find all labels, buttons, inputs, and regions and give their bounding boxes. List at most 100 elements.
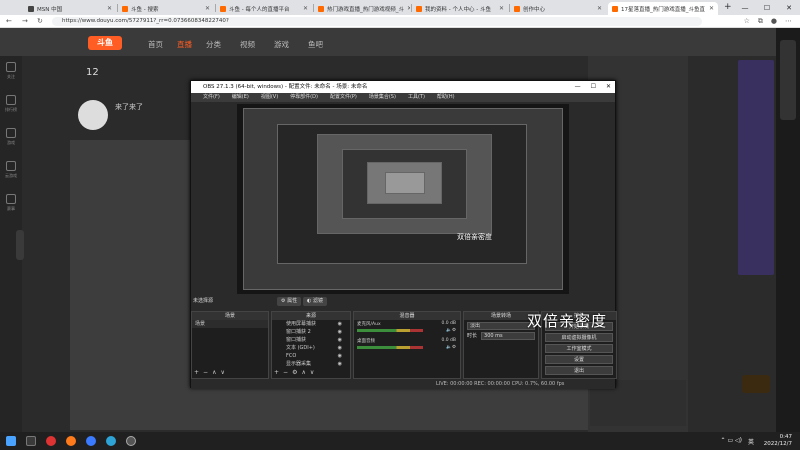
follow-icon[interactable] bbox=[6, 62, 16, 72]
close-icon[interactable]: ✕ bbox=[205, 5, 210, 12]
exit-button[interactable]: 退出 bbox=[545, 366, 613, 375]
nav-home[interactable]: 首页 bbox=[148, 39, 163, 50]
collections-icon[interactable]: ⧉ bbox=[758, 17, 763, 26]
rail-collapse-handle[interactable] bbox=[16, 230, 24, 260]
browser-tab-3[interactable]: 斗鱼 - 每个人的直播平台 ✕ bbox=[216, 2, 312, 15]
source-item[interactable]: FCO ◉ bbox=[272, 352, 350, 360]
menu-edit[interactable]: 编辑(E) bbox=[232, 93, 249, 102]
event-icon[interactable] bbox=[6, 194, 16, 204]
close-icon[interactable]: ✕ bbox=[303, 5, 308, 12]
cloud-game-icon[interactable] bbox=[6, 161, 16, 171]
nav-game[interactable]: 游戏 bbox=[274, 39, 289, 50]
favorite-icon[interactable]: ☆ bbox=[744, 17, 750, 26]
browser-tab-7-active[interactable]: 17星落直播_热门游戏直播_斗鱼直 ✕ bbox=[608, 2, 718, 15]
app-icon-red[interactable] bbox=[46, 436, 56, 446]
menu-scene-collection[interactable]: 场景集合(S) bbox=[369, 93, 396, 102]
browser-tab-4[interactable]: 热门游戏直播_热门游戏视频_斗 ✕ bbox=[314, 2, 410, 15]
tray-icons[interactable]: ⌃ ▭ ◁) bbox=[721, 437, 742, 444]
site-logo[interactable]: 斗鱼 bbox=[88, 36, 122, 50]
obs-maximize-icon[interactable]: ☐ bbox=[591, 81, 596, 93]
browser-tab-5[interactable]: 我的资料 - 个人中心 - 斗鱼 ✕ bbox=[412, 2, 508, 15]
studio-mode-button[interactable]: 工作室模式 bbox=[545, 344, 613, 353]
browser-tab-1[interactable]: MSN 中国 ✕ bbox=[24, 2, 116, 15]
promo-badge[interactable] bbox=[742, 375, 770, 393]
transition-select[interactable]: 淡出 bbox=[467, 322, 535, 330]
ranking-icon[interactable] bbox=[6, 95, 16, 105]
menu-tools[interactable]: 工具(T) bbox=[408, 93, 425, 102]
app-icon-blue[interactable] bbox=[86, 436, 96, 446]
close-icon[interactable]: ✕ bbox=[499, 5, 504, 12]
edge-browser-icon[interactable] bbox=[106, 436, 116, 446]
remove-icon[interactable]: − bbox=[203, 369, 212, 376]
forward-icon[interactable]: → bbox=[22, 17, 28, 25]
add-icon[interactable]: + bbox=[274, 369, 283, 376]
close-icon[interactable]: ✕ bbox=[709, 5, 714, 12]
menu-file[interactable]: 文件(F) bbox=[203, 93, 220, 102]
up-icon[interactable]: ∧ bbox=[301, 369, 309, 376]
menu-profile[interactable]: 配置文件(P) bbox=[330, 93, 357, 102]
menu-view[interactable]: 视图(V) bbox=[261, 93, 278, 102]
minimize-icon[interactable]: — bbox=[734, 0, 756, 15]
scene-item[interactable]: 场景 bbox=[192, 320, 268, 328]
speaker-icon[interactable]: 🔈⚙ bbox=[446, 345, 456, 350]
menu-help[interactable]: 帮助(H) bbox=[437, 93, 455, 102]
start-virtual-camera-button[interactable]: 启动虚拟摄像机 bbox=[545, 333, 613, 342]
input-language[interactable]: 英 bbox=[748, 437, 754, 446]
system-clock[interactable]: 0:47 2022/12/7 bbox=[764, 434, 792, 448]
eye-icon[interactable]: ◉ bbox=[338, 344, 342, 352]
nav-yuba[interactable]: 鱼吧 bbox=[308, 39, 323, 50]
address-bar-row: ← → ↻ https://www.douyu.com/5727911?_rr=… bbox=[0, 15, 800, 28]
source-item[interactable]: 文本 (GDI+) ◉ bbox=[272, 344, 350, 352]
obs-close-icon[interactable]: ✕ bbox=[606, 81, 611, 93]
desktop-volume-meter[interactable] bbox=[357, 346, 423, 349]
promo-strip[interactable] bbox=[738, 60, 774, 275]
app-icon-orange[interactable] bbox=[66, 436, 76, 446]
game-icon[interactable] bbox=[6, 128, 16, 138]
close-icon[interactable]: ✕ bbox=[107, 5, 112, 12]
menu-docks[interactable]: 停靠部件(D) bbox=[290, 93, 318, 102]
close-window-icon[interactable]: ✕ bbox=[778, 0, 800, 15]
source-item[interactable]: 窗口捕获 2 ◉ bbox=[272, 328, 350, 336]
obs-app-icon[interactable] bbox=[126, 436, 136, 446]
streamer-name[interactable]: 来了来了 bbox=[115, 102, 143, 112]
nav-live[interactable]: 直播 bbox=[177, 39, 192, 50]
down-icon[interactable]: ∨ bbox=[310, 369, 318, 376]
filters-button[interactable]: ◐ 滤镜 bbox=[303, 297, 327, 306]
windows-start-icon[interactable] bbox=[6, 436, 16, 446]
properties-button[interactable]: ⚙ 属性 bbox=[277, 297, 302, 306]
windows-taskbar: 0:47 2022/12/7 英 ⌃ ▭ ◁) bbox=[0, 432, 800, 450]
close-icon[interactable]: ✕ bbox=[407, 5, 410, 12]
source-item[interactable]: 使用屏幕捕获 ◉ bbox=[272, 320, 350, 328]
eye-icon[interactable]: ◉ bbox=[338, 328, 342, 336]
profile-icon[interactable]: ● bbox=[771, 17, 777, 26]
eye-icon[interactable]: ◉ bbox=[338, 336, 342, 344]
source-item[interactable]: 显示器采集 ◉ bbox=[272, 360, 350, 368]
down-icon[interactable]: ∨ bbox=[220, 369, 228, 376]
more-icon[interactable]: ⋯ bbox=[785, 17, 792, 26]
eye-icon[interactable]: ◉ bbox=[338, 360, 342, 368]
mic-volume-meter[interactable] bbox=[357, 329, 423, 332]
eye-icon[interactable]: ◉ bbox=[338, 320, 342, 328]
duration-input[interactable]: 300 ms bbox=[481, 332, 535, 340]
refresh-icon[interactable]: ↻ bbox=[37, 17, 43, 25]
speaker-icon[interactable]: 🔈⚙ bbox=[446, 328, 456, 333]
browser-tab-6[interactable]: 创作中心 ✕ bbox=[510, 2, 606, 15]
scrollbar-thumb[interactable] bbox=[780, 40, 796, 120]
add-icon[interactable]: + bbox=[194, 369, 203, 376]
maximize-icon[interactable]: ☐ bbox=[756, 0, 778, 15]
new-tab-icon[interactable]: + bbox=[724, 2, 732, 12]
url-input[interactable]: https://www.douyu.com/5727911?_rr=0.0736… bbox=[52, 17, 702, 26]
settings-button[interactable]: 设置 bbox=[545, 355, 613, 364]
close-icon[interactable]: ✕ bbox=[597, 5, 602, 12]
obs-minimize-icon[interactable]: — bbox=[575, 81, 581, 93]
browser-tab-2[interactable]: 斗鱼 - 搜索 ✕ bbox=[118, 2, 214, 15]
eye-icon[interactable]: ◉ bbox=[338, 352, 342, 360]
source-item[interactable]: 窗口捕获 ◉ bbox=[272, 336, 350, 344]
nav-category[interactable]: 分类 bbox=[206, 39, 221, 50]
remove-icon[interactable]: − bbox=[283, 369, 292, 376]
steam-icon[interactable] bbox=[26, 436, 36, 446]
avatar[interactable] bbox=[78, 100, 108, 130]
back-icon[interactable]: ← bbox=[6, 17, 12, 25]
obs-preview[interactable]: 双倍亲密度 bbox=[237, 104, 569, 294]
nav-video[interactable]: 视频 bbox=[240, 39, 255, 50]
